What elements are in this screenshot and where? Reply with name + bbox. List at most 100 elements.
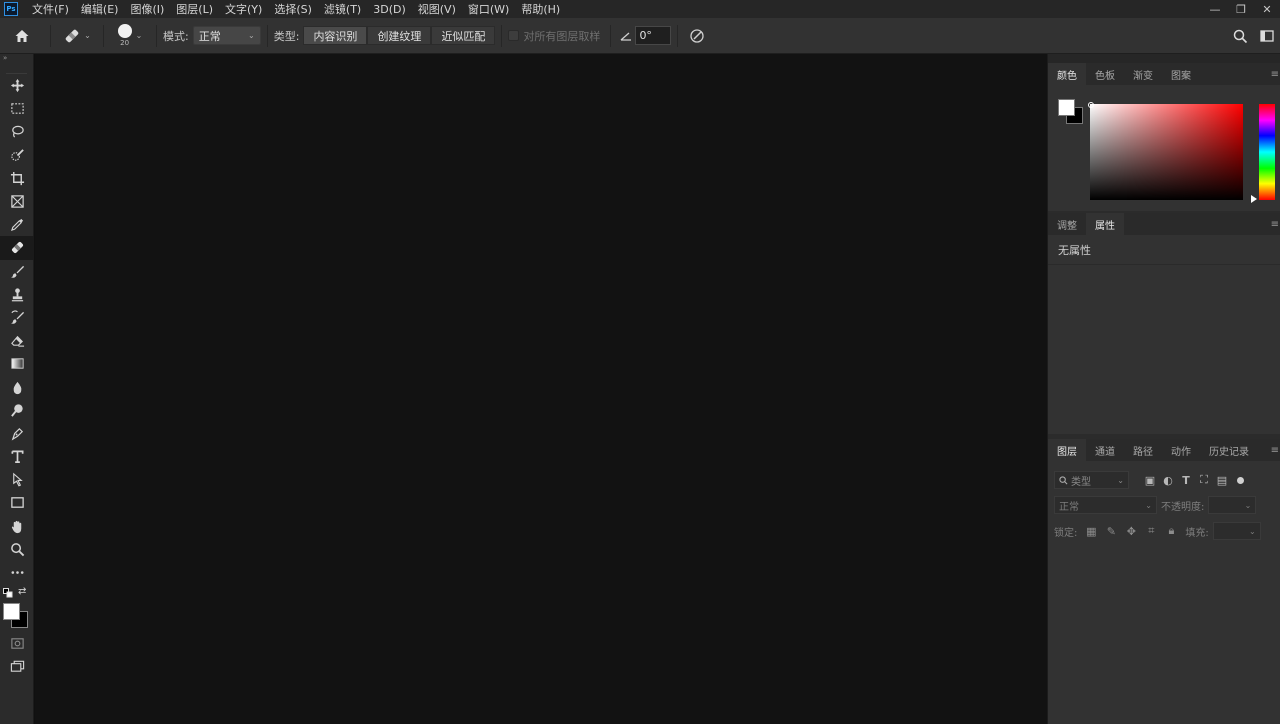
minimize-button[interactable]: —	[1202, 0, 1228, 18]
hue-slider[interactable]	[1259, 104, 1275, 200]
filter-pixel-icon[interactable]: ▣	[1141, 474, 1159, 487]
tab-paths[interactable]: 路径	[1124, 439, 1162, 461]
eraser-tool[interactable]	[0, 329, 34, 352]
layer-filter-select[interactable]: 类型 ⌄	[1054, 471, 1129, 489]
menu-edit[interactable]: 编辑(E)	[75, 1, 125, 17]
lock-artboard-icon[interactable]: ⌗	[1141, 524, 1161, 538]
menu-layer[interactable]: 图层(L)	[170, 1, 219, 17]
blur-tool[interactable]	[0, 375, 34, 398]
tab-swatches[interactable]: 色板	[1086, 63, 1124, 85]
menu-window[interactable]: 窗口(W)	[462, 1, 515, 17]
filter-smart-object-icon[interactable]: ▤	[1213, 474, 1231, 487]
brush-tool[interactable]	[0, 260, 34, 283]
move-tool[interactable]	[0, 74, 34, 97]
history-brush-icon	[10, 310, 24, 324]
path-selection-tool[interactable]	[0, 468, 34, 491]
stamp-icon	[11, 288, 23, 302]
move-icon	[10, 79, 24, 93]
opacity-input[interactable]: ⌄	[1208, 496, 1257, 514]
tab-adjustments[interactable]: 调整	[1048, 213, 1086, 235]
menu-help[interactable]: 帮助(H)	[515, 1, 566, 17]
mode-select[interactable]: 正常 ⌄	[192, 26, 261, 45]
filter-toggle-icon[interactable]	[1231, 476, 1249, 484]
filter-adjustment-icon[interactable]: ◐	[1159, 474, 1177, 487]
gradient-tool[interactable]	[0, 352, 34, 375]
search-button[interactable]	[1226, 18, 1254, 54]
lock-transparent-pixels-icon[interactable]: ▦	[1081, 525, 1101, 538]
marquee-tool[interactable]	[0, 97, 34, 120]
menu-select[interactable]: 选择(S)	[268, 1, 318, 17]
tab-gradients[interactable]: 渐变	[1124, 63, 1162, 85]
clone-stamp-tool[interactable]	[0, 283, 34, 306]
frame-tool[interactable]	[0, 190, 34, 213]
eyedropper-tool[interactable]	[0, 213, 34, 236]
screen-mode-button[interactable]	[0, 655, 34, 678]
tool-preset-picker[interactable]: ⌄	[57, 27, 97, 45]
filter-type-icon[interactable]: T	[1177, 474, 1195, 487]
chevron-down-icon: ⌄	[1117, 475, 1124, 485]
panel-menu-icon[interactable]: ≡	[1271, 213, 1279, 235]
rectangle-tool[interactable]	[0, 491, 34, 514]
type-tool[interactable]	[0, 445, 34, 468]
type-create-texture-button[interactable]: 创建纹理	[367, 26, 432, 45]
layer-filter-row: 类型 ⌄ ▣ ◐ T ⛶ ▤	[1054, 471, 1249, 489]
zoom-tool[interactable]	[0, 538, 34, 561]
canvas-area[interactable]	[35, 54, 1047, 724]
lock-all-icon[interactable]: 🔒︎	[1161, 524, 1181, 538]
spot-healing-brush-icon	[11, 242, 23, 254]
home-icon	[15, 29, 29, 42]
menu-image[interactable]: 图像(I)	[124, 1, 170, 17]
tab-history[interactable]: 历史记录	[1200, 439, 1258, 461]
home-button[interactable]	[0, 28, 44, 44]
collapse-toolbar-icon[interactable]: »	[0, 54, 33, 62]
panel-menu-icon[interactable]: ≡	[1271, 63, 1279, 85]
tab-channels[interactable]: 通道	[1086, 439, 1124, 461]
type-content-aware-button[interactable]: 内容识别	[303, 26, 368, 45]
dock-collapse-strip[interactable]	[1048, 54, 1280, 63]
panel-menu-icon[interactable]: ≡	[1271, 439, 1279, 461]
brush-picker[interactable]: 20 ⌄	[110, 24, 150, 47]
filter-shape-icon[interactable]: ⛶	[1195, 473, 1213, 487]
edit-toolbar-button[interactable]	[0, 561, 34, 584]
menu-file[interactable]: 文件(F)	[26, 1, 75, 17]
dodge-tool[interactable]	[0, 399, 34, 422]
default-colors-icon[interactable]	[3, 588, 13, 601]
tab-patterns[interactable]: 图案	[1162, 63, 1200, 85]
screen-mode-icon	[10, 661, 24, 673]
toolbar-grip[interactable]	[6, 62, 27, 74]
crop-tool[interactable]	[0, 167, 34, 190]
hue-slider-marker[interactable]	[1251, 195, 1257, 203]
sample-all-layers-checkbox[interactable]	[508, 30, 520, 41]
swap-colors-icon[interactable]: ⇄	[18, 586, 26, 597]
pen-tool[interactable]	[0, 422, 34, 445]
menu-3d[interactable]: 3D(D)	[367, 3, 412, 16]
pressure-button[interactable]	[684, 28, 710, 44]
history-brush-tool[interactable]	[0, 306, 34, 329]
menu-filter[interactable]: 滤镜(T)	[318, 1, 367, 17]
spot-healing-brush-tool[interactable]	[0, 236, 34, 260]
restore-button[interactable]: ❐	[1228, 0, 1254, 18]
workspace-button[interactable]	[1254, 18, 1280, 54]
quick-selection-tool[interactable]	[0, 144, 34, 167]
tab-layers[interactable]: 图层	[1048, 439, 1086, 461]
lock-image-pixels-icon[interactable]: ✎	[1101, 525, 1121, 538]
panel-foreground-swatch[interactable]	[1058, 99, 1075, 116]
angle-input[interactable]: 0°	[635, 26, 672, 45]
color-picker-marker[interactable]	[1088, 102, 1094, 108]
tab-properties[interactable]: 属性	[1086, 213, 1124, 235]
lock-position-icon[interactable]: ✥	[1121, 525, 1141, 538]
menu-type[interactable]: 文字(Y)	[219, 1, 268, 17]
hand-tool[interactable]	[0, 515, 34, 538]
layers-panel: 图层 通道 路径 动作 历史记录 ≡ 类型 ⌄ ▣ ◐ T ⛶ ▤ 正常 ⌄ 不…	[1048, 439, 1280, 724]
color-picker-field[interactable]	[1090, 104, 1243, 200]
tab-color[interactable]: 颜色	[1048, 63, 1086, 85]
tab-actions[interactable]: 动作	[1162, 439, 1200, 461]
quick-mask-button[interactable]	[0, 632, 34, 655]
menu-view[interactable]: 视图(V)	[412, 1, 462, 17]
lasso-tool[interactable]	[0, 120, 34, 143]
blend-mode-select[interactable]: 正常 ⌄	[1054, 496, 1157, 514]
fill-input[interactable]: ⌄	[1212, 522, 1261, 540]
foreground-color-swatch[interactable]	[3, 603, 20, 621]
type-proximity-match-button[interactable]: 近似匹配	[431, 26, 496, 45]
close-button[interactable]: ✕	[1254, 0, 1280, 18]
